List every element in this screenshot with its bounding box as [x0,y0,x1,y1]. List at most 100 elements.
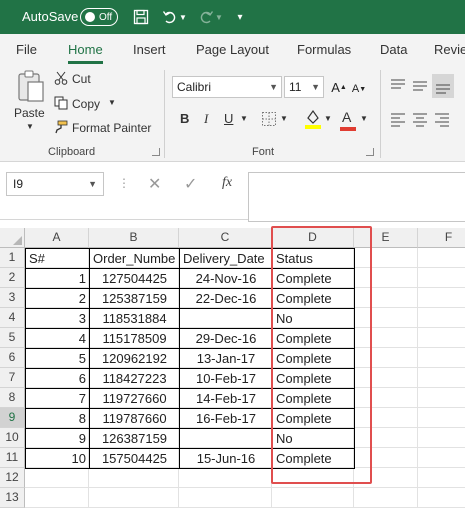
cell[interactable] [354,428,418,448]
cell[interactable] [418,428,465,448]
data-cell[interactable]: 24-Nov-16 [179,268,273,289]
data-cell[interactable]: Complete [272,448,355,469]
row-header-3[interactable]: 3 [0,288,25,308]
data-cell[interactable]: 1 [25,268,90,289]
cell[interactable] [354,328,418,348]
header-cell[interactable]: Status [272,248,355,269]
data-cell[interactable]: 115178509 [89,328,180,349]
header-cell[interactable]: Delivery_Date [179,248,273,269]
column-header-a[interactable]: A [25,228,89,248]
redo-dropdown-icon[interactable]: ▼ [214,7,224,27]
row-header-10[interactable]: 10 [0,428,25,448]
data-cell[interactable]: 5 [25,348,90,369]
cell[interactable] [25,468,89,488]
cell[interactable] [354,468,418,488]
cell[interactable] [354,288,418,308]
cell[interactable] [354,268,418,288]
data-cell[interactable]: Complete [272,348,355,369]
data-cell[interactable]: 8 [25,408,90,429]
cell[interactable] [418,288,465,308]
format-painter-label[interactable]: Format Painter [72,121,151,135]
cell[interactable] [354,408,418,428]
cell[interactable] [354,248,418,268]
tab-formulas[interactable]: Formulas [297,42,351,57]
cell[interactable] [354,448,418,468]
data-cell[interactable]: 2 [25,288,90,309]
name-box[interactable]: I9 ▼ [6,172,104,196]
data-cell[interactable]: Complete [272,408,355,429]
cell[interactable] [354,348,418,368]
decrease-font-icon[interactable]: A ▼ [352,80,366,98]
data-cell[interactable]: 22-Dec-16 [179,288,273,309]
row-header-7[interactable]: 7 [0,368,25,388]
redo-icon[interactable] [196,7,216,27]
cell[interactable] [89,488,179,508]
data-cell[interactable]: 118531884 [89,308,180,329]
cell[interactable] [418,268,465,288]
insert-function-button[interactable]: fx [222,175,232,191]
align-right-icon[interactable] [434,112,450,128]
underline-dropdown-icon[interactable]: ▼ [240,114,248,123]
borders-dropdown-icon[interactable]: ▼ [280,114,288,123]
undo-dropdown-icon[interactable]: ▼ [178,7,188,27]
tab-data[interactable]: Data [380,42,407,57]
middle-align-icon[interactable] [412,78,428,94]
tab-page-layout[interactable]: Page Layout [196,42,269,57]
data-cell[interactable]: 120962192 [89,348,180,369]
data-cell[interactable]: 13-Jan-17 [179,348,273,369]
data-cell[interactable]: 118427223 [89,368,180,389]
row-header-2[interactable]: 2 [0,268,25,288]
copy-dropdown-icon[interactable]: ▼ [108,98,116,107]
italic-button[interactable]: I [204,111,208,127]
bottom-align-icon[interactable] [432,74,454,98]
cell[interactable] [418,488,465,508]
column-header-e[interactable]: E [354,228,418,248]
fill-color-dropdown-icon[interactable]: ▼ [324,114,332,123]
data-cell[interactable]: Complete [272,288,355,309]
cell[interactable] [354,308,418,328]
bold-button[interactable]: B [180,111,189,126]
align-left-icon[interactable] [390,112,406,128]
row-header-5[interactable]: 5 [0,328,25,348]
select-all-button[interactable] [0,228,25,248]
data-cell[interactable]: Complete [272,268,355,289]
format-painter-icon[interactable] [54,120,68,134]
cell[interactable] [418,468,465,488]
header-cell[interactable]: Order_Numbe [89,248,180,269]
data-cell[interactable]: 14-Feb-17 [179,388,273,409]
column-header-b[interactable]: B [89,228,179,248]
data-cell[interactable]: Complete [272,388,355,409]
data-cell[interactable]: 9 [25,428,90,449]
cell[interactable] [418,388,465,408]
data-cell[interactable]: 125387159 [89,288,180,309]
font-color-button[interactable]: A [342,109,351,125]
data-cell[interactable]: 6 [25,368,90,389]
data-cell[interactable]: Complete [272,368,355,389]
data-cell[interactable]: 126387159 [89,428,180,449]
cell[interactable] [418,248,465,268]
customize-toolbar-icon[interactable]: ▾ [230,7,250,27]
tab-insert[interactable]: Insert [133,42,166,57]
row-header-4[interactable]: 4 [0,308,25,328]
cell[interactable] [354,488,418,508]
row-header-9[interactable]: 9 [0,408,25,428]
font-color-dropdown-icon[interactable]: ▼ [360,114,368,123]
cell[interactable] [418,308,465,328]
cut-icon[interactable] [54,71,68,85]
spreadsheet-grid[interactable]: A B C D E F 1 2 3 4 5 6 7 8 9 10 11 12 13 S# Order_Numbe Deli… [0,228,465,515]
cell[interactable] [179,488,272,508]
align-center-icon[interactable] [412,112,428,128]
borders-icon[interactable] [260,110,278,128]
cell[interactable] [272,468,354,488]
row-header-8[interactable]: 8 [0,388,25,408]
data-cell[interactable]: 7 [25,388,90,409]
data-cell[interactable]: Complete [272,328,355,349]
fill-color-icon[interactable] [304,108,322,130]
save-icon[interactable] [131,7,151,27]
cell[interactable] [354,368,418,388]
paste-icon[interactable] [14,70,48,104]
data-cell[interactable]: 119727660 [89,388,180,409]
copy-label[interactable]: Copy [72,97,100,111]
header-cell[interactable]: S# [25,248,90,269]
copy-icon[interactable] [54,96,68,110]
